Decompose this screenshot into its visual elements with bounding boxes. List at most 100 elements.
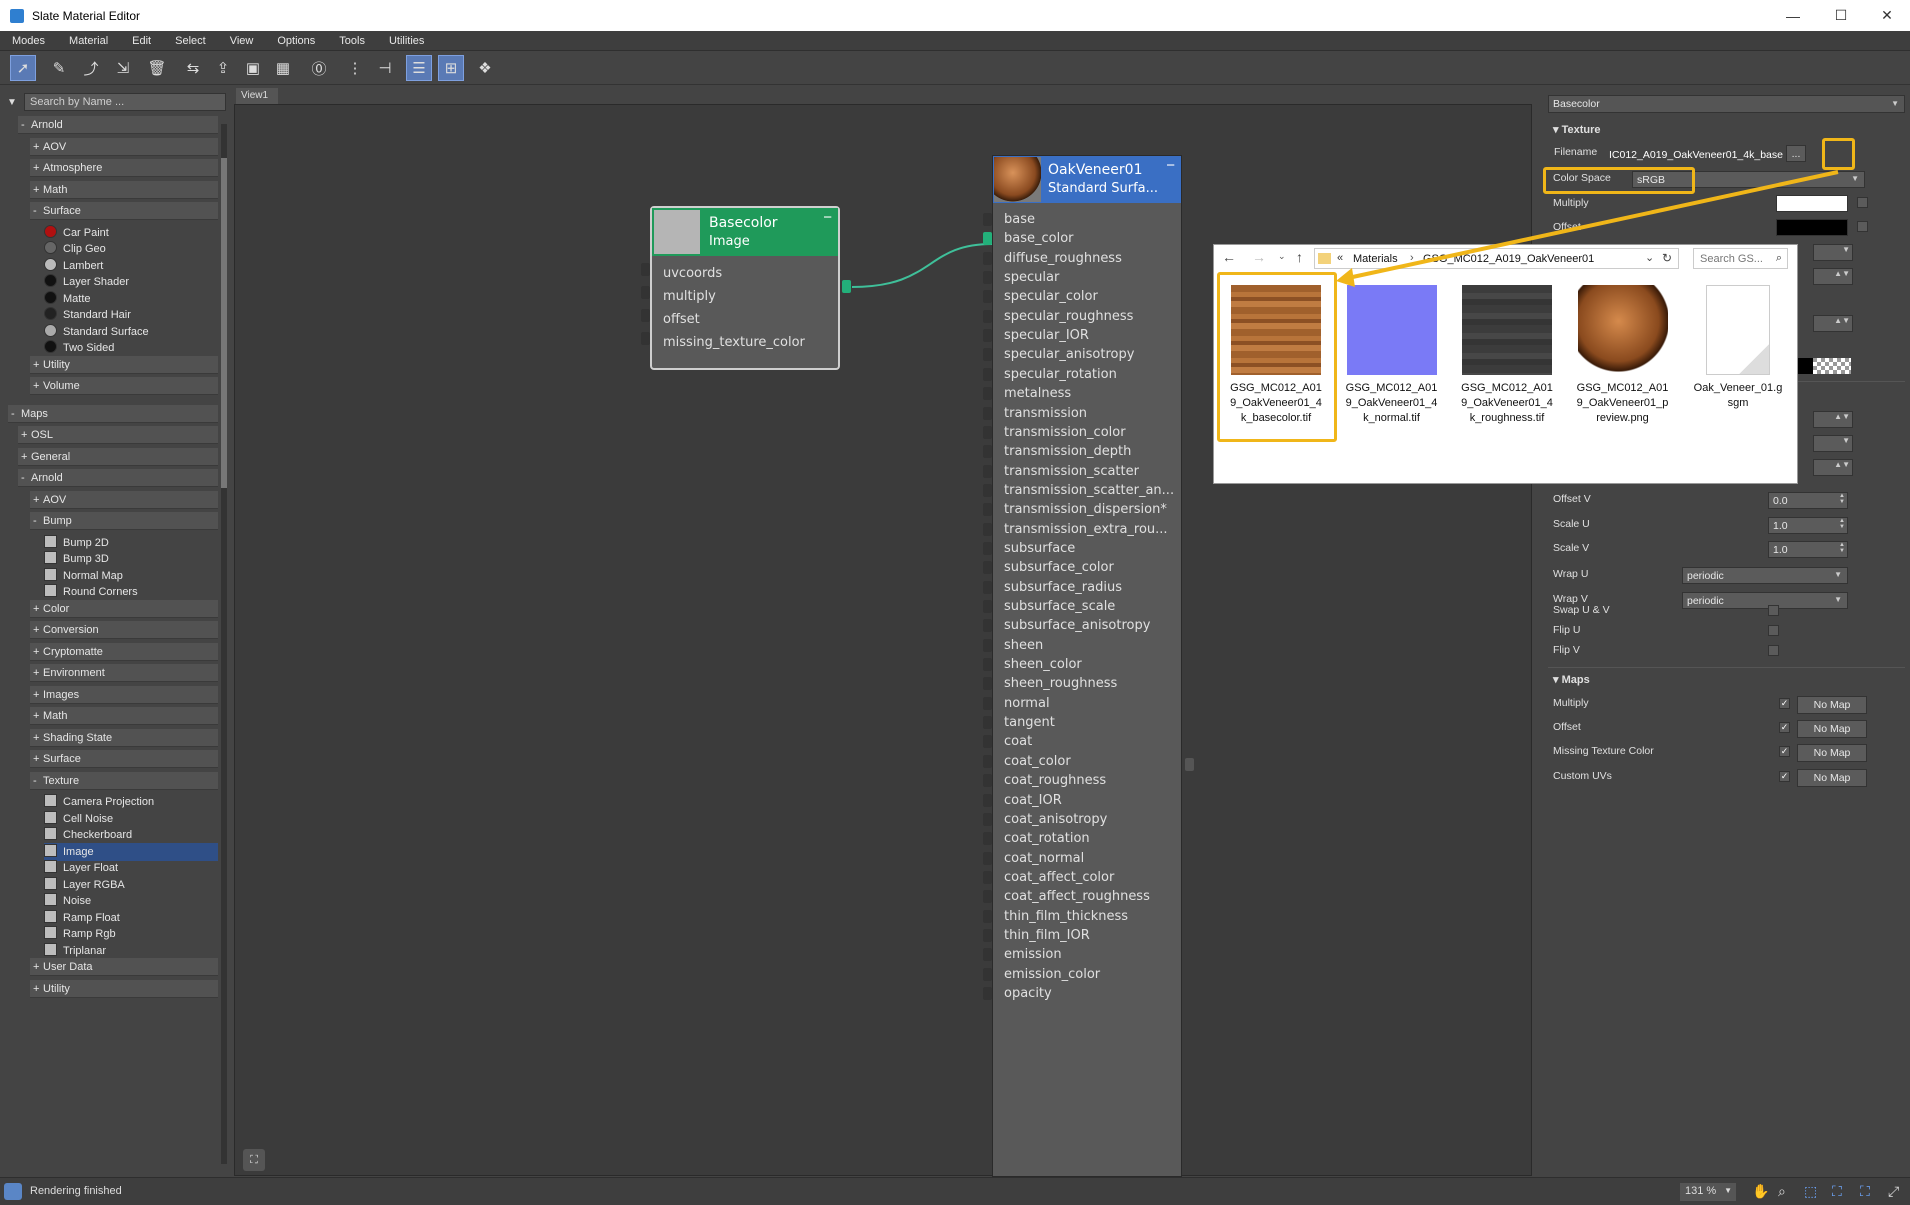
input-port[interactable]	[983, 522, 992, 536]
tree-item[interactable]: Car Paint	[44, 224, 218, 242]
expand-icon[interactable]: +	[33, 643, 43, 661]
input-port[interactable]	[983, 870, 992, 884]
material-node[interactable]: OakVeneer01 Standard Surfa... − base base…	[992, 155, 1182, 1177]
input-port[interactable]	[983, 406, 992, 420]
input-port[interactable]	[983, 735, 992, 749]
input-port[interactable]	[983, 271, 992, 285]
breadcrumb-materials[interactable]: Materials	[1353, 253, 1398, 265]
map-enabled-checkbox[interactable]: ✓	[1779, 770, 1790, 782]
input-port[interactable]	[983, 503, 992, 517]
checker-icon[interactable]: ▦	[270, 55, 296, 81]
input-port[interactable]	[983, 967, 992, 981]
zoom-icon[interactable]: ⌕	[1778, 1183, 1786, 1200]
tree-category[interactable]: + Volume	[30, 377, 218, 395]
select-tool-icon[interactable]: ➚	[10, 55, 36, 81]
tree-item[interactable]: Bump 3D	[44, 550, 218, 568]
checker-swatch[interactable]	[1813, 358, 1851, 374]
hidden-dropdown[interactable]: ▼	[1813, 244, 1853, 261]
input-port[interactable]	[641, 309, 650, 322]
input-port[interactable]	[983, 367, 992, 381]
image-node[interactable]: Basecolor Image − uvcoords multiply offs…	[650, 206, 840, 370]
input-port[interactable]	[983, 619, 992, 633]
hidden-spinner[interactable]: ▲▼	[1813, 459, 1853, 476]
input-port[interactable]	[983, 696, 992, 710]
node-selector[interactable]: Basecolor ▼	[1548, 95, 1905, 113]
collapse-icon[interactable]: -	[11, 405, 21, 423]
input-port[interactable]	[983, 348, 992, 362]
parameter-editor-icon[interactable]: ⊞	[438, 55, 464, 81]
minimize-button[interactable]: —	[1770, 0, 1816, 31]
hidden-spinner[interactable]: ▲▼	[1813, 268, 1853, 285]
maximize-button[interactable]: ☐	[1818, 0, 1864, 31]
uv-value-spinner[interactable]: 1.0 ▲▼	[1768, 516, 1848, 534]
input-port[interactable]	[983, 561, 992, 575]
hidden-spinner[interactable]: ▲▼	[1813, 411, 1853, 428]
menu-tools[interactable]: Tools	[327, 35, 377, 47]
input-port[interactable]	[983, 832, 992, 846]
breadcrumb-folder[interactable]: GSG_MC012_A019_OakVeneer01	[1423, 253, 1594, 265]
expand-icon[interactable]: +	[21, 426, 31, 444]
dialog-search-input[interactable]: Search GS... ⌕	[1693, 248, 1788, 269]
menu-options[interactable]: Options	[265, 35, 327, 47]
hidden-dropdown[interactable]: ▼	[1813, 435, 1853, 452]
input-port[interactable]	[983, 251, 992, 265]
material-id-icon[interactable]: ⓪	[306, 55, 332, 81]
wrap-select[interactable]: periodic ▼	[1682, 567, 1848, 584]
tree-category[interactable]: + Shading State	[30, 728, 218, 747]
tree-category[interactable]: - Arnold	[18, 469, 218, 487]
input-port[interactable]	[983, 638, 992, 652]
flag-checkbox[interactable]	[1768, 645, 1779, 656]
tree-item[interactable]: Clip Geo	[44, 240, 218, 258]
tree-item[interactable]: Standard Hair	[44, 306, 218, 324]
tree-item[interactable]: Two Sided	[44, 339, 218, 357]
offset-color-swatch[interactable]	[1776, 219, 1848, 236]
tree-category[interactable]: - Maps	[8, 404, 218, 423]
browse-button[interactable]: ...	[1786, 145, 1806, 162]
browser-search-input[interactable]: Search by Name ...	[24, 93, 226, 111]
input-port[interactable]	[983, 658, 992, 672]
input-port[interactable]	[983, 677, 992, 691]
multiply-color-swatch[interactable]	[1776, 195, 1848, 212]
expand-icon[interactable]: +	[33, 750, 43, 768]
flag-checkbox[interactable]	[1768, 625, 1779, 636]
tree-item[interactable]: Lambert	[44, 257, 218, 275]
address-bar[interactable]: « Materials › GSG_MC012_A019_OakVeneer01…	[1314, 248, 1679, 269]
recent-dropdown-icon[interactable]: ⌄	[1278, 251, 1286, 262]
maps-section-header[interactable]: ▾ Maps	[1553, 673, 1590, 686]
input-port[interactable]	[983, 329, 992, 343]
tree-category[interactable]: - Bump	[30, 512, 218, 530]
spinner-arrows-icon[interactable]: ▲▼	[1839, 518, 1845, 530]
input-port[interactable]	[983, 928, 992, 942]
collapse-icon[interactable]: -	[21, 116, 31, 134]
texture-section-header[interactable]: ▾ Texture	[1553, 123, 1601, 136]
input-port[interactable]	[983, 793, 992, 807]
expand-icon[interactable]: +	[33, 377, 43, 395]
layout-all-icon[interactable]: ⋮	[342, 55, 368, 81]
hide-node-icon[interactable]: ⇪	[210, 55, 236, 81]
expand-icon[interactable]: +	[33, 138, 43, 156]
input-port[interactable]	[983, 948, 992, 962]
tree-category[interactable]: + Images	[30, 685, 218, 704]
input-port[interactable]	[983, 483, 992, 497]
input-port[interactable]	[641, 332, 650, 345]
input-port[interactable]	[983, 541, 992, 555]
expand-icon[interactable]: +	[33, 980, 43, 998]
tree-item[interactable]: Cell Noise	[44, 810, 218, 828]
tree-category[interactable]: + Atmosphere	[30, 159, 218, 177]
menu-select[interactable]: Select	[163, 35, 218, 47]
browser-options-icon[interactable]: ▼	[7, 97, 17, 108]
zoom-extents-icon[interactable]: ⛶	[1832, 1183, 1842, 1200]
input-port[interactable]	[983, 425, 992, 439]
no-map-button[interactable]: No Map	[1797, 768, 1867, 787]
tree-item[interactable]: Standard Surface	[44, 323, 218, 341]
expand-icon[interactable]: +	[33, 491, 43, 509]
input-port[interactable]	[983, 754, 992, 768]
wrap-select[interactable]: periodic ▼	[1682, 591, 1848, 609]
uv-value-spinner[interactable]: 1.0 ▲▼	[1768, 541, 1848, 558]
tree-category[interactable]: + Cryptomatte	[30, 642, 218, 661]
breadcrumb-overflow[interactable]: «	[1337, 252, 1343, 264]
maximize-view-icon[interactable]: ⤢	[1888, 1183, 1899, 1200]
close-button[interactable]: ✕	[1864, 0, 1910, 31]
expand-icon[interactable]: +	[33, 621, 43, 639]
tree-item[interactable]: Triplanar	[44, 942, 218, 960]
